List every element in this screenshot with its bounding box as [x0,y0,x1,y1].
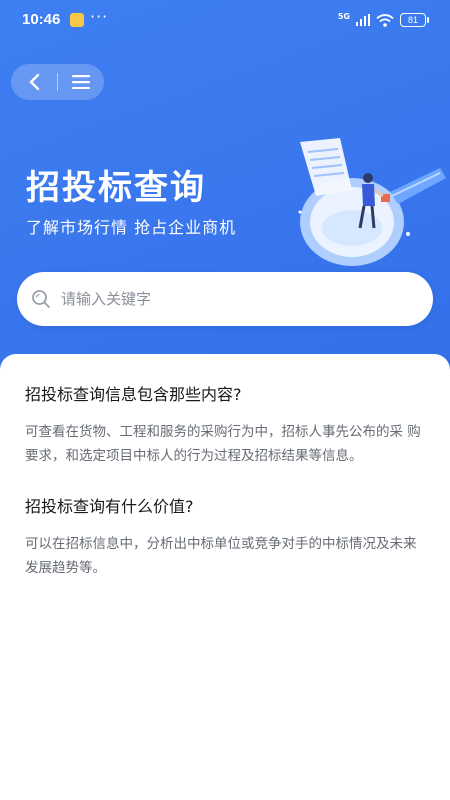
faq-item: 招投标查询有什么价值? 可以在招标信息中，分析出中标单位或竞争对手的中标情况及未… [25,496,425,580]
status-time: 10:46 [22,11,61,28]
nav-capsule [11,64,104,100]
wifi-icon [376,13,394,27]
faq-answer: 可以在招标信息中，分析出中标单位或竞争对手的中标情况及未来发展趋势等。 [25,536,417,576]
notification-app-icon [70,13,84,27]
faq-answer: 可查看在货物、工程和服务的采购行为中，招标人事先公布的采 购要求，和选定项目中标… [25,424,421,464]
back-arrow-icon [29,73,40,91]
menu-icon [72,75,90,89]
status-indicators: 5G 81 [337,11,429,28]
search-input[interactable] [61,290,401,308]
signal-icon [356,14,370,26]
faq-question: 招投标查询有什么价值? [25,497,194,516]
faq-question: 招投标查询信息包含那些内容? [25,385,242,404]
magnifier-illustration [298,138,446,266]
status-bar: 10:46 ··· 5G 81 [0,0,450,40]
network-type: 5G [337,11,350,21]
search-bar[interactable] [17,272,433,326]
menu-button[interactable] [58,64,104,100]
more-notifications-icon: ··· [90,7,109,26]
faq-card: 招投标查询信息包含那些内容? 可查看在货物、工程和服务的采购行为中，招标人事先公… [0,354,450,800]
battery-icon: 81 [400,13,429,27]
faq-item: 招投标查询信息包含那些内容? 可查看在货物、工程和服务的采购行为中，招标人事先公… [25,384,425,468]
page-subtitle: 了解市场行情 抢占企业商机 [26,218,237,237]
back-button[interactable] [11,64,57,100]
search-icon [32,290,50,308]
page-title: 招投标查询 [26,168,206,208]
